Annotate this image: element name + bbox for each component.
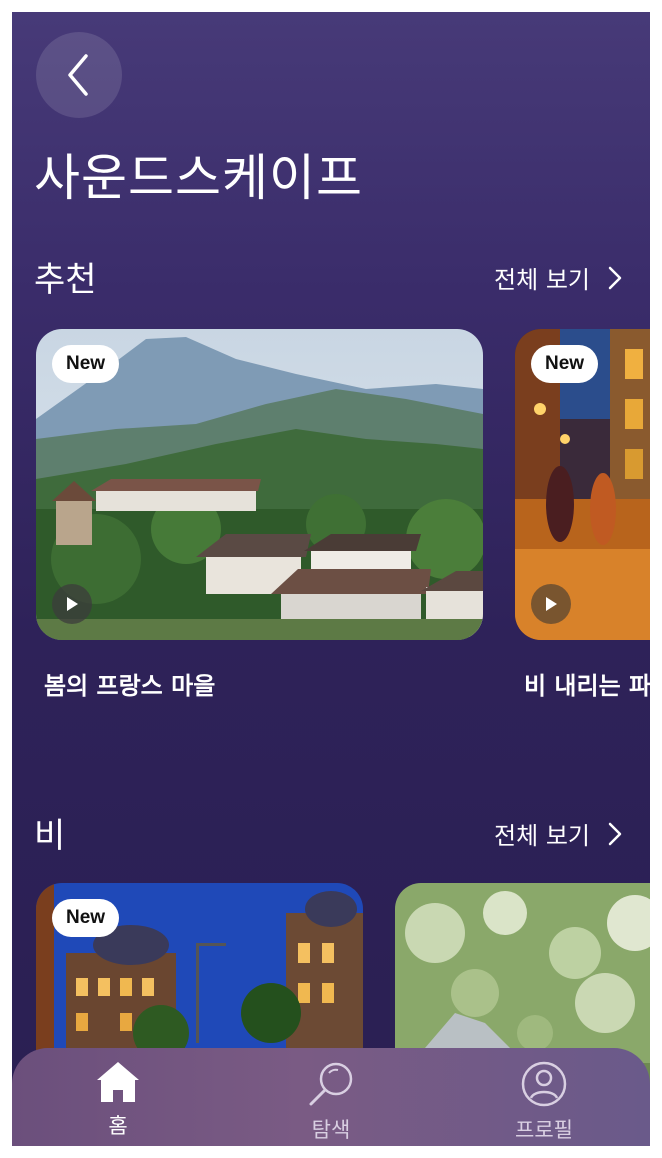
back-button[interactable]: [36, 32, 122, 118]
tab-label: 홈: [108, 1114, 128, 1138]
see-all-link-recommended[interactable]: 전체 보기: [494, 260, 622, 295]
chevron-right-icon: [608, 822, 622, 845]
play-button[interactable]: [531, 584, 571, 624]
card-title: 봄의 프랑스 마을: [44, 672, 216, 700]
section-title-recommended: 추천: [34, 260, 97, 300]
see-all-link-rain[interactable]: 전체 보기: [494, 816, 622, 851]
play-button[interactable]: [52, 584, 92, 624]
tab-profile[interactable]: 프로필: [474, 1060, 614, 1144]
new-badge: New: [52, 899, 120, 937]
play-icon: [67, 597, 78, 611]
see-all-label: 전체 보기: [494, 822, 590, 850]
tab-label: 프로필: [515, 1118, 573, 1142]
new-badge: New: [531, 345, 599, 383]
profile-icon: [521, 1061, 567, 1107]
see-all-label: 전체 보기: [494, 266, 590, 294]
play-icon: [546, 597, 557, 611]
section-title-rain: 비: [34, 816, 66, 856]
home-icon: [97, 1062, 139, 1102]
chevron-left-icon: [68, 54, 88, 96]
card-title: 비 내리는 파: [524, 672, 650, 700]
bottom-tab-bar: 홈 탐색 프로필: [12, 1048, 650, 1146]
new-badge: New: [52, 345, 120, 383]
tab-label: 탐색: [311, 1118, 351, 1142]
soundscape-screen: 사운드스케이프 추천 전체 보기 New 봄의 프랑스 마을 New 비 내리는…: [12, 12, 650, 1146]
soundscape-card[interactable]: New: [515, 329, 650, 640]
page-title: 사운드스케이프: [34, 149, 363, 207]
chevron-right-icon: [608, 266, 622, 289]
soundscape-card[interactable]: New: [36, 329, 483, 640]
search-icon: [309, 1062, 353, 1106]
tab-home[interactable]: 홈: [48, 1060, 188, 1140]
tab-explore[interactable]: 탐색: [261, 1060, 401, 1144]
